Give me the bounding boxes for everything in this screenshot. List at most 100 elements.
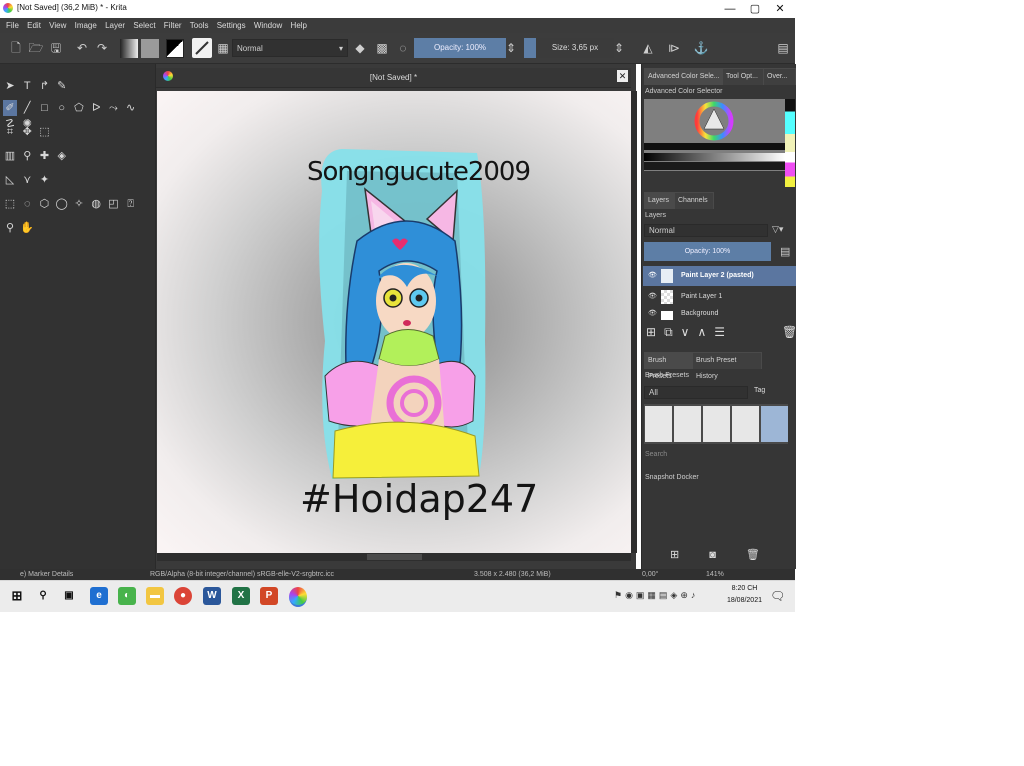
brush-search-input[interactable]: Search [645,451,667,458]
undo-icon[interactable]: ↶ [74,40,90,56]
system-tray-icons[interactable]: ⚑◉▣▦▤◈⊕♪ [614,590,698,601]
excel-icon[interactable]: X [232,587,250,605]
tab-channels[interactable]: Channels [674,192,714,209]
size-slider[interactable]: Size: 3,65 px [524,38,614,58]
brush-preset-thumb[interactable] [703,406,730,442]
menu-filter[interactable]: Filter [164,21,182,30]
reference-tool-icon[interactable]: ✦ [37,172,51,188]
polygon-tool-icon[interactable]: ⬠ [72,100,86,116]
visibility-eye-icon[interactable]: 👁 [648,308,657,320]
search-icon[interactable]: ⚲ [34,587,52,605]
bezier-tool-icon[interactable]: ⤳ [106,100,120,116]
layer-row-3[interactable]: 👁 Background [643,308,796,320]
canvas-horizontal-scrollbar[interactable] [157,553,631,561]
workspace-chooser-icon[interactable]: ▤ [775,40,791,56]
ellipse-select-icon[interactable]: ◌ [20,196,34,212]
bezier-select-icon[interactable]: ◰ [106,196,120,212]
polygon-select-icon[interactable]: ⬡ [37,196,51,212]
select-shapes-icon[interactable]: ➤ [3,78,17,94]
ellipse-tool-icon[interactable]: ○ [55,100,69,116]
filter-icon[interactable]: ▽▾ [772,224,783,235]
redo-icon[interactable]: ↷ [94,40,110,56]
menu-select[interactable]: Select [133,21,155,30]
opacity-spin-icon[interactable]: ⇕ [506,40,516,56]
tab-brush-preset-history[interactable]: Brush Preset History [692,352,762,380]
delete-snapshot-icon[interactable]: 🗑 [746,549,790,561]
visibility-eye-icon[interactable]: 👁 [648,287,657,307]
menu-layer[interactable]: Layer [105,21,125,30]
calligraphy-icon[interactable]: ✎ [55,78,69,94]
visibility-eye-icon[interactable]: 👁 [648,266,657,286]
brush-preset-icon[interactable] [192,38,212,58]
brush-filter-select[interactable]: All [644,386,748,399]
layer-settings-icon[interactable]: ☰ [714,325,733,339]
layer-row-1[interactable]: 👁 Paint Layer 2 (pasted) [643,266,796,286]
magnetic-select-icon[interactable]: ⍰ [124,196,138,212]
canvas-vertical-scrollbar[interactable] [631,91,637,553]
polyline-tool-icon[interactable]: ᐅ [89,100,103,116]
layer-opacity-slider[interactable]: Opacity: 100% [644,242,771,261]
mirror-horizontal-icon[interactable]: ◭ [640,40,656,56]
outline-select-icon[interactable]: ◯ [55,196,69,212]
horizontal-scroll-thumb[interactable] [367,554,422,560]
new-document-icon[interactable]: 🗋 [8,40,24,56]
gradient-tool-icon[interactable]: ▥ [3,148,17,164]
open-document-icon[interactable]: 🗁 [28,40,44,56]
delete-layer-icon[interactable]: 🗑 [782,325,797,339]
close-document-icon[interactable]: ✕ [617,70,628,82]
menu-edit[interactable]: Edit [27,21,41,30]
edge-icon[interactable]: e [90,587,108,605]
color-picker-icon[interactable]: ⚲ [20,148,34,164]
brush-preset-thumb[interactable] [674,406,701,442]
drawing-canvas[interactable]: Songngucute2009 #Hoidap247 [157,91,631,553]
blend-mode-select[interactable]: Normal ▾ [232,39,348,57]
menu-settings[interactable]: Settings [217,21,246,30]
switch-snapshot-icon[interactable]: ◙ [709,549,746,561]
move-tool-icon[interactable]: ✥ [20,124,34,140]
eraser-icon[interactable]: ◆ [352,40,368,56]
pattern-selector-icon[interactable] [141,39,159,58]
document-tab[interactable]: [Not Saved] * ✕ [156,68,631,88]
freehand-brush-icon[interactable]: ✐ [3,100,17,116]
brush-preset-thumb[interactable] [645,406,672,442]
freehand-path-icon[interactable]: ∿ [124,100,138,116]
smart-patch-icon[interactable]: ✚ [37,148,51,164]
krita-taskbar-icon[interactable] [289,587,307,607]
zoom-tool-icon[interactable]: ⚲ [3,220,17,236]
similar-select-icon[interactable]: ◍ [89,196,103,212]
menu-file[interactable]: File [6,21,19,30]
brush-preset-thumb[interactable] [732,406,759,442]
brush-settings-icon[interactable]: ▦ [215,40,231,56]
notification-icon[interactable]: 🗨 [770,589,785,603]
size-spin-icon[interactable]: ⇕ [614,40,624,56]
line-tool-icon[interactable]: ╱ [20,100,34,116]
menu-view[interactable]: View [49,21,66,30]
pan-tool-icon[interactable]: ✋ [20,220,34,236]
layer-blend-select[interactable]: Normal [644,224,768,237]
tab-tool-options[interactable]: Tool Opt... [722,68,764,85]
word-icon[interactable]: W [203,587,221,605]
tab-layers[interactable]: Layers [644,192,678,209]
measure-tool-icon[interactable]: ⋎ [20,172,34,188]
add-snapshot-icon[interactable]: ⊞ [670,549,709,561]
duplicate-layer-icon[interactable]: ⧉ [664,325,681,339]
fill-tool-icon[interactable]: ◈ [55,148,69,164]
app-green-icon[interactable]: ◐ [118,587,136,605]
windows-start-icon[interactable]: ⊞ [8,587,26,605]
menu-image[interactable]: Image [75,21,97,30]
reload-preset-icon[interactable]: ◌ [395,40,411,56]
preserve-alpha-icon[interactable]: ▩ [374,40,390,56]
tab-overview[interactable]: Over... [763,68,796,85]
transform-tool-icon[interactable]: ⬚ [37,124,51,140]
tab-advanced-color-selector[interactable]: Advanced Color Sele... [644,68,726,85]
move-layer-up-icon[interactable]: ∧ [697,325,714,339]
rect-select-icon[interactable]: ⬚ [3,196,17,212]
layer-row-2[interactable]: 👁 Paint Layer 1 [643,287,796,307]
fg-bg-color-icon[interactable] [166,39,184,58]
mirror-vertical-icon[interactable]: ⧐ [666,40,682,56]
move-layer-down-icon[interactable]: ∨ [681,325,698,339]
save-document-icon[interactable]: 🖫 [48,40,64,56]
menu-tools[interactable]: Tools [190,21,209,30]
color-selector-area[interactable] [644,99,785,171]
gradient-selector-icon[interactable] [120,39,138,58]
